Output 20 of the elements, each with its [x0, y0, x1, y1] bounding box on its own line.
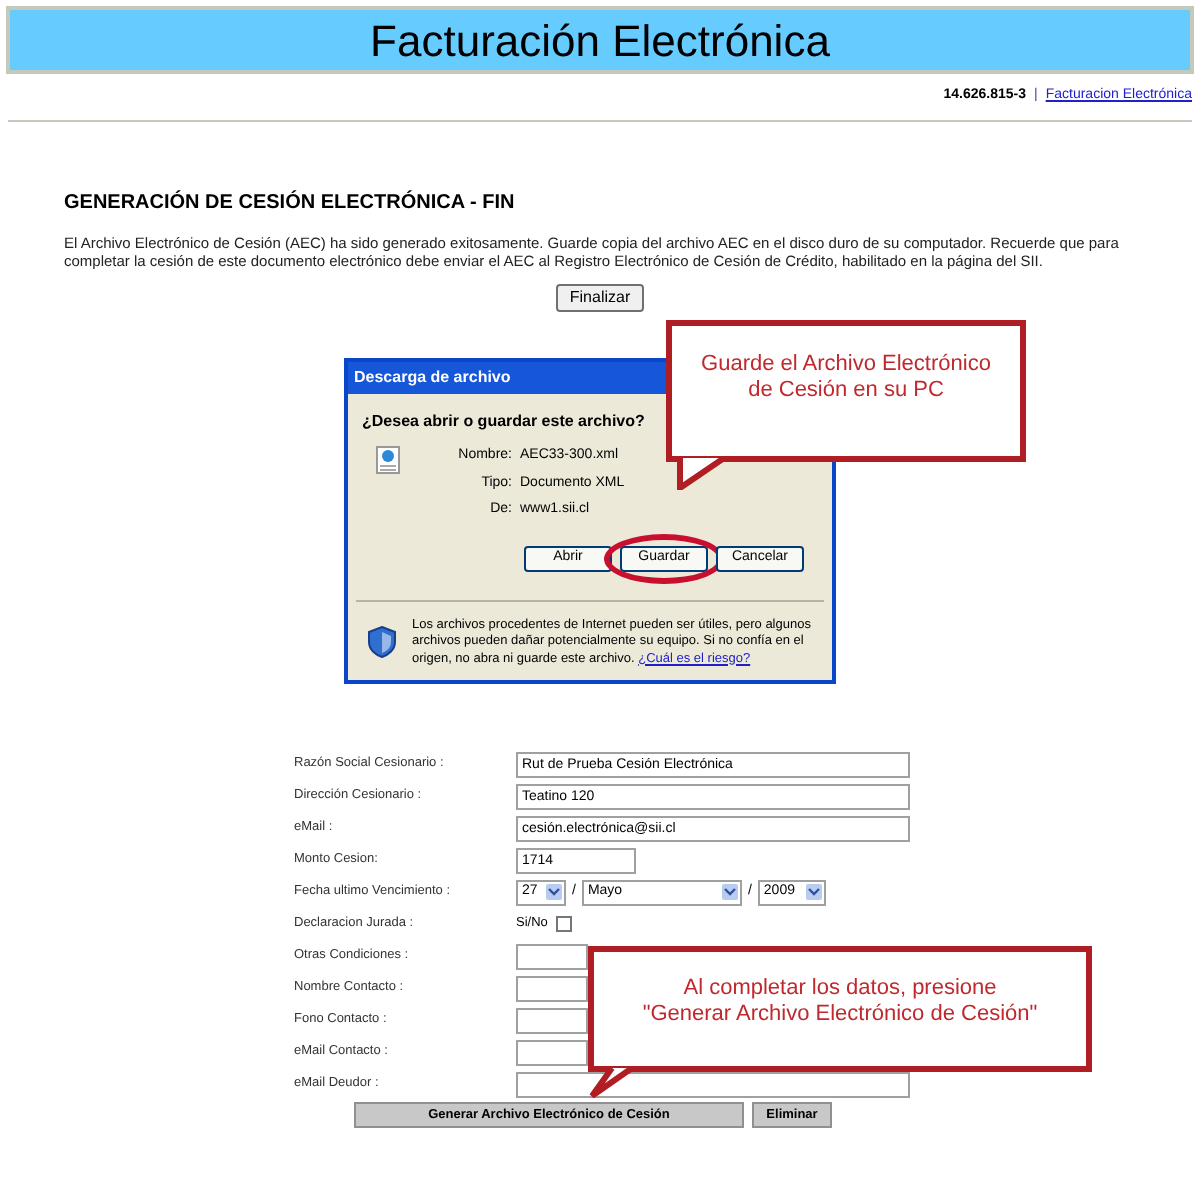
text-input[interactable]: [516, 1007, 588, 1033]
dropdown-caret-icon: [723, 888, 736, 896]
finalizar-button[interactable]: Finalizar: [555, 283, 645, 311]
checkbox[interactable]: [555, 916, 572, 932]
shield-icon: [368, 625, 396, 657]
text-input[interactable]: [516, 943, 588, 969]
text-input[interactable]: [516, 1071, 910, 1097]
text-input[interactable]: [516, 975, 588, 1001]
section-heading: GENERACIÓN DE CESIÓN ELECTRÓNICA - FIN: [64, 188, 517, 217]
callout: Al completar los datos, presione "Generar Archivo Electrónico de Cesión": [588, 946, 1092, 1072]
callout: Guarde el Archivo Electrónico de Cesión en su PC: [666, 320, 1026, 462]
callout-tail: [676, 458, 728, 490]
dropdown-caret-icon: [807, 888, 820, 896]
text-input[interactable]: [516, 1039, 588, 1065]
callout-tail: [588, 1068, 636, 1098]
xml-file-icon: [376, 446, 400, 474]
dialog-title: Descarga de archivo: [354, 366, 511, 390]
dropdown-caret-icon: [548, 888, 560, 896]
page-title: Facturación Electrónica: [370, 13, 830, 69]
dialog-question: ¿Desea abrir o guardar este archivo?: [362, 410, 647, 434]
